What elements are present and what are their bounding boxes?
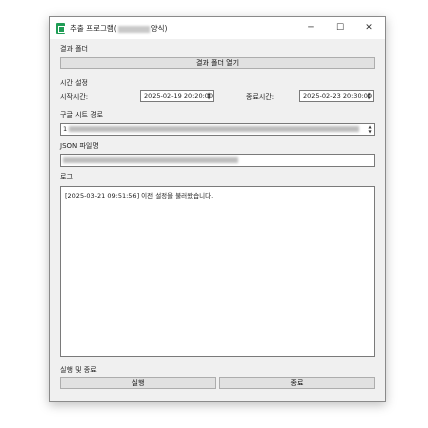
end-time-input[interactable]: 2025-02-23 20:30:00 ▲ ▼ bbox=[299, 90, 374, 102]
log-textarea[interactable]: [2025-03-21 09:51:56] 이전 설정을 불러왔습니다. bbox=[60, 186, 375, 357]
spreadsheet-app-icon bbox=[56, 23, 65, 34]
sheet-path-label: 구글 시트 경로 bbox=[60, 111, 104, 119]
maximize-icon: ☐ bbox=[335, 23, 345, 33]
sheet-path-combobox[interactable]: 1 ▲ ▼ bbox=[60, 123, 375, 136]
json-file-label: JSON 파일명 bbox=[60, 142, 99, 150]
close-button[interactable]: ✕ bbox=[357, 17, 381, 39]
window-title: 추출 프로그램(양식) bbox=[70, 24, 168, 33]
close-icon: ✕ bbox=[365, 23, 373, 33]
exit-button[interactable]: 종료 bbox=[219, 377, 375, 389]
maximize-button[interactable]: ☐ bbox=[328, 17, 352, 39]
result-folder-label: 결과 폴더 bbox=[60, 45, 88, 53]
app-window: 추출 프로그램(양식) ─ ☐ ✕ 결과 폴더 결과 폴더 열기 시간 설정 시… bbox=[49, 16, 386, 402]
log-line: [2025-03-21 09:51:56] 이전 설정을 불러왔습니다. bbox=[65, 192, 214, 200]
title-bar[interactable]: 추출 프로그램(양식) ─ ☐ ✕ bbox=[50, 17, 385, 39]
spin-arrows-icon[interactable]: ▲ ▼ bbox=[366, 92, 372, 100]
start-time-input[interactable]: 2025-02-19 20:20:00 ▲ ▼ bbox=[140, 90, 214, 102]
minimize-icon: ─ bbox=[308, 23, 314, 33]
start-time-value: 2025-02-19 20:20:00 bbox=[144, 92, 214, 100]
end-time-value: 2025-02-23 20:30:00 bbox=[303, 92, 373, 100]
start-time-label: 시작시간: bbox=[60, 93, 89, 101]
time-settings-label: 시간 설정 bbox=[60, 79, 88, 87]
end-time-label: 종료시간: bbox=[246, 93, 275, 101]
run-exit-label: 실행 및 종료 bbox=[60, 366, 97, 374]
spin-arrows-icon[interactable]: ▲ ▼ bbox=[367, 124, 373, 134]
redacted-text bbox=[63, 157, 238, 163]
log-label: 로그 bbox=[60, 173, 73, 181]
redacted-text bbox=[117, 25, 150, 33]
redacted-text bbox=[69, 126, 360, 132]
open-result-folder-button[interactable]: 결과 폴더 열기 bbox=[60, 57, 375, 69]
minimize-button[interactable]: ─ bbox=[299, 17, 323, 39]
json-file-input[interactable] bbox=[60, 154, 375, 167]
run-button[interactable]: 실행 bbox=[60, 377, 216, 389]
sheet-path-value: 1 bbox=[63, 125, 68, 133]
spin-arrows-icon[interactable]: ▲ ▼ bbox=[206, 92, 212, 100]
